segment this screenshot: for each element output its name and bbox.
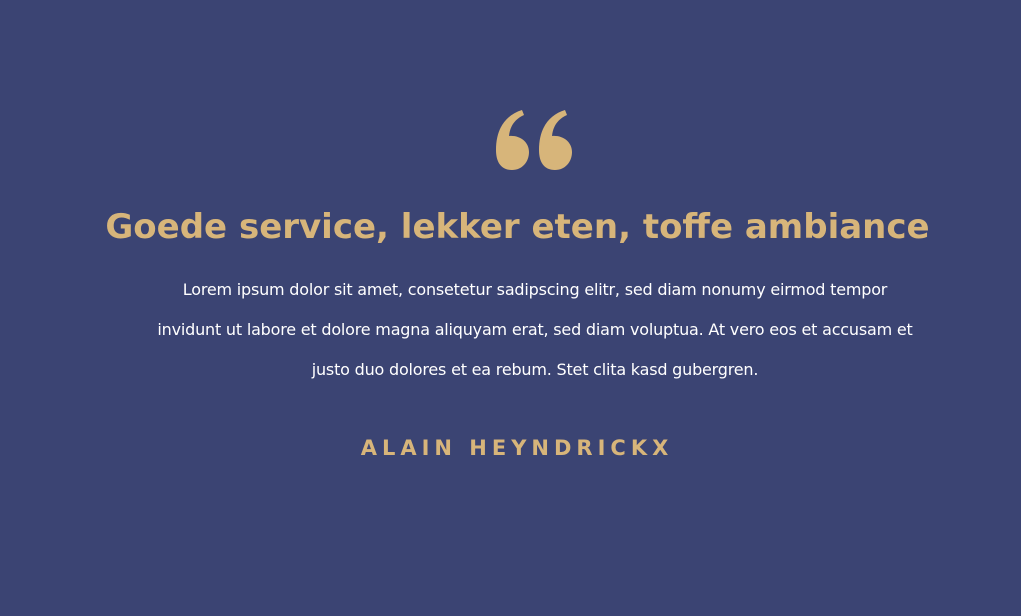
testimonial-body: Lorem ipsum dolor sit amet, consetetur s…: [157, 280, 913, 379]
testimonial-author: ALAIN HEYNDRICKX: [360, 436, 674, 460]
quote-icon: [496, 110, 572, 170]
testimonial-headline: Goede service, lekker eten, toffe ambian…: [105, 207, 930, 247]
testimonial-section: Goede service, lekker eten, toffe ambian…: [0, 0, 1021, 616]
